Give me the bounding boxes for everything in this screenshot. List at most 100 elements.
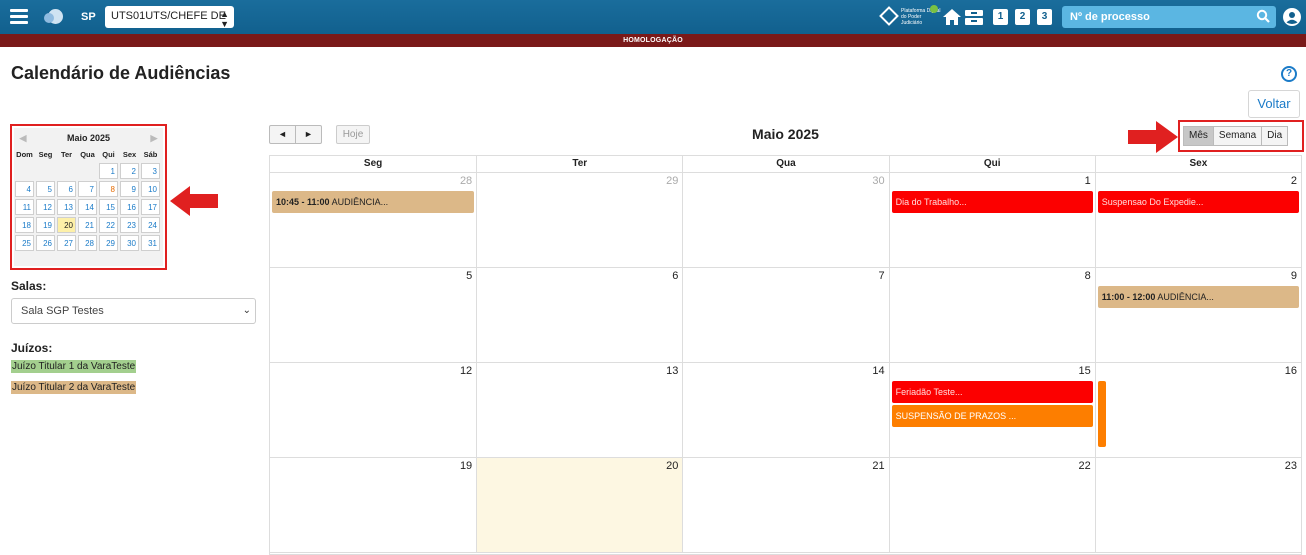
day-number: 9 bbox=[1290, 270, 1297, 282]
salas-select[interactable]: Sala SGP Testes ⌄ bbox=[11, 298, 256, 324]
state-label: SP bbox=[81, 11, 96, 23]
calendar-event[interactable]: SUSPENSÃO DE PRAZOS ... bbox=[891, 405, 1093, 427]
mini-day[interactable]: 2 bbox=[120, 163, 139, 179]
day-number: 19 bbox=[459, 460, 473, 472]
day-cell[interactable]: 1 Dia do Trabalho... bbox=[888, 173, 1095, 267]
mini-day[interactable]: 30 bbox=[120, 235, 139, 251]
mini-day-empty bbox=[78, 163, 97, 179]
day-cell[interactable]: 15 Feriadão Teste... SUSPENSÃO DE PRAZOS .… bbox=[888, 363, 1095, 457]
status-dot-icon bbox=[930, 5, 938, 13]
day-cell[interactable]: 5 bbox=[270, 268, 476, 362]
day-cell[interactable]: 28 10:45 - 11:00 AUDIÊNCIA... bbox=[270, 173, 476, 267]
mini-day-empty bbox=[15, 163, 34, 179]
mini-day[interactable]: 25 bbox=[15, 235, 34, 251]
mini-day[interactable]: 12 bbox=[36, 199, 55, 215]
calendar-event-continuation[interactable] bbox=[1097, 381, 1106, 447]
calendar-event[interactable]: Feriadão Teste... bbox=[891, 381, 1093, 403]
menu-icon[interactable] bbox=[10, 9, 28, 25]
unit-select-value: UTS01UTS/CHEFE DE bbox=[111, 10, 226, 22]
day-cell[interactable]: 2 Suspensao Do Expedie... bbox=[1094, 173, 1301, 267]
mini-day[interactable]: 8 bbox=[99, 181, 118, 197]
mini-day[interactable]: 20 bbox=[57, 217, 76, 233]
mini-day[interactable]: 5 bbox=[36, 181, 55, 197]
day-cell[interactable]: 20 bbox=[476, 458, 683, 552]
mini-day[interactable]: 15 bbox=[99, 199, 118, 215]
day-cell[interactable]: 23 bbox=[1094, 458, 1301, 552]
inbox-icon[interactable] bbox=[964, 8, 984, 26]
calendar-event[interactable]: 10:45 - 11:00 AUDIÊNCIA... bbox=[272, 191, 475, 213]
mini-day[interactable]: 24 bbox=[141, 217, 160, 233]
mini-day[interactable]: 14 bbox=[78, 199, 97, 215]
mini-day[interactable]: 16 bbox=[120, 199, 139, 215]
calendar-event[interactable]: Dia do Trabalho... bbox=[891, 191, 1093, 213]
day-cell[interactable]: 6 bbox=[476, 268, 682, 362]
mini-day[interactable]: 3 bbox=[141, 163, 160, 179]
juizo-legend-item: Juízo Titular 2 da VaraTeste bbox=[11, 381, 137, 394]
mini-day[interactable]: 9 bbox=[120, 181, 139, 197]
view-day-button[interactable]: Dia bbox=[1261, 126, 1289, 146]
day-cell[interactable]: 16 bbox=[1094, 363, 1301, 457]
day-cell[interactable]: 8 bbox=[888, 268, 1095, 362]
mini-day[interactable]: 7 bbox=[78, 181, 97, 197]
mini-day[interactable]: 18 bbox=[15, 217, 34, 233]
search-icon[interactable] bbox=[1256, 9, 1270, 23]
day-cell[interactable]: 14 bbox=[682, 363, 888, 457]
today-button[interactable]: Hoje bbox=[336, 125, 370, 144]
mini-calendar-days: 1 2 3 4 5 6 7 8 9 10 11 12 13 14 15 16 17 18 19 20 21 22 23 24 2… bbox=[14, 162, 163, 252]
prev-month-button[interactable]: ◄ bbox=[269, 125, 296, 144]
mini-prev-month-icon[interactable]: ◀ bbox=[18, 132, 28, 144]
view-week-button[interactable]: Semana bbox=[1212, 126, 1263, 146]
mini-day[interactable]: 4 bbox=[15, 181, 34, 197]
day-cell[interactable]: 9 11:00 - 12:00 AUDIÊNCIA... bbox=[1094, 268, 1301, 362]
day-cell[interactable]: 13 bbox=[476, 363, 682, 457]
calendar-event[interactable]: Suspensao Do Expedie... bbox=[1097, 191, 1299, 213]
mini-day[interactable]: 21 bbox=[78, 217, 97, 233]
mini-calendar: ◀ Maio 2025 ▶ Dom Seg Ter Qua Qui Sex Sáb 1234… bbox=[14, 128, 163, 266]
unit-select[interactable]: UTS01UTS/CHEFE DE ▲ ▼ bbox=[105, 6, 234, 28]
mini-day[interactable]: 23 bbox=[120, 217, 139, 233]
event-title: Suspensao Do Expedie... bbox=[1101, 197, 1204, 207]
help-icon[interactable]: ? bbox=[1281, 66, 1297, 82]
day-cell[interactable]: 30 bbox=[682, 173, 888, 267]
back-button[interactable]: Voltar bbox=[1248, 90, 1300, 118]
mini-next-month-icon[interactable]: ▶ bbox=[149, 132, 159, 144]
mini-day[interactable]: 22 bbox=[99, 217, 118, 233]
next-month-button[interactable]: ► bbox=[295, 125, 322, 144]
salas-select-value: Sala SGP Testes bbox=[21, 305, 104, 317]
process-search-input[interactable]: Nº de processo bbox=[1062, 6, 1276, 28]
calendar-event[interactable]: 11:00 - 12:00 AUDIÊNCIA... bbox=[1097, 286, 1299, 308]
week-row: 5 6 7 8 9 11:00 - 12:00 AUDIÊNCIA... bbox=[270, 268, 1301, 363]
week-row: 12 13 14 15 Feriadão Teste... SUSPENSÃO DE PR… bbox=[270, 363, 1301, 458]
day-cell[interactable]: 7 bbox=[682, 268, 888, 362]
mini-day[interactable]: 26 bbox=[36, 235, 55, 251]
user-icon[interactable] bbox=[1283, 8, 1301, 26]
pdpj-diamond-icon bbox=[879, 6, 899, 26]
day-cell[interactable]: 22 bbox=[888, 458, 1095, 552]
left-pointing-arrow-icon bbox=[170, 186, 218, 216]
shortcut-button-2[interactable]: 2 bbox=[1015, 9, 1030, 25]
mini-day[interactable]: 11 bbox=[15, 199, 34, 215]
mini-day[interactable]: 31 bbox=[141, 235, 160, 251]
day-cell[interactable]: 19 bbox=[270, 458, 476, 552]
right-pointing-arrow-icon bbox=[1128, 121, 1178, 153]
juizos-label: Juízos: bbox=[11, 341, 53, 355]
day-cell[interactable]: 21 bbox=[682, 458, 888, 552]
mini-day[interactable]: 28 bbox=[78, 235, 97, 251]
mini-day[interactable]: 1 bbox=[99, 163, 118, 179]
shortcut-button-1[interactable]: 1 bbox=[993, 9, 1008, 25]
home-icon[interactable] bbox=[942, 8, 962, 26]
mini-day[interactable]: 13 bbox=[57, 199, 76, 215]
mini-day[interactable]: 29 bbox=[99, 235, 118, 251]
top-navbar: SP UTS01UTS/CHEFE DE ▲ ▼ Plataforma Digit… bbox=[0, 0, 1306, 34]
mini-day[interactable]: 10 bbox=[141, 181, 160, 197]
mini-day[interactable]: 27 bbox=[57, 235, 76, 251]
view-month-button[interactable]: Mês bbox=[1183, 126, 1214, 146]
day-cell[interactable]: 12 bbox=[270, 363, 476, 457]
weekday-header: Qua bbox=[682, 156, 888, 172]
mini-day[interactable]: 17 bbox=[141, 199, 160, 215]
shortcut-button-3[interactable]: 3 bbox=[1037, 9, 1052, 25]
mini-day[interactable]: 19 bbox=[36, 217, 55, 233]
day-cell[interactable]: 29 bbox=[476, 173, 682, 267]
day-number: 14 bbox=[872, 365, 885, 377]
mini-day[interactable]: 6 bbox=[57, 181, 76, 197]
